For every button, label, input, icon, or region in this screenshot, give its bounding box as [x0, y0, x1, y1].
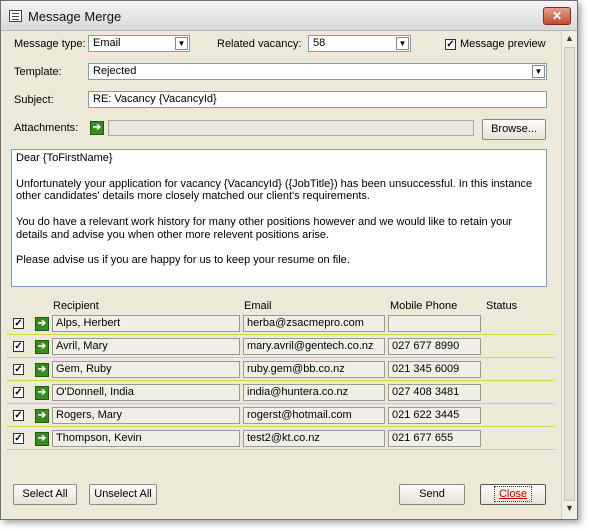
message-body-line [16, 242, 542, 255]
arrow-right-icon[interactable]: ➔ [35, 386, 49, 400]
message-body-line: details and advise you when other more r… [16, 228, 330, 241]
message-merge-window: Message Merge ✕ ▲ ▼ Message type: Email … [0, 0, 578, 520]
email-cell[interactable]: ruby.gem@bb.co.nz [243, 361, 385, 378]
arrow-right-icon[interactable]: ➔ [35, 363, 49, 377]
unselect-all-button[interactable]: Unselect All [89, 484, 157, 505]
mobile-phone-cell[interactable]: 027 408 3481 [388, 384, 481, 401]
browse-button[interactable]: Browse... [482, 119, 546, 140]
arrow-right-icon[interactable]: ➔ [35, 432, 49, 446]
message-preview-checkbox[interactable]: ✓ [445, 39, 456, 50]
close-icon[interactable]: ✕ [543, 7, 571, 25]
email-cell[interactable]: test2@kt.co.nz [243, 430, 385, 447]
arrow-right-icon[interactable]: ➔ [35, 409, 49, 423]
attachments-field[interactable] [108, 120, 474, 136]
row-select-checkbox[interactable]: ✓ [13, 387, 24, 398]
email-cell[interactable]: herba@zsacmepro.com [243, 315, 385, 332]
row-select-checkbox[interactable]: ✓ [13, 341, 24, 352]
table-row[interactable]: ✓ ➔ Gem, Ruby ruby.gem@bb.co.nz 021 345 6009 [7, 359, 555, 381]
scroll-thumb[interactable] [564, 47, 575, 501]
related-vacancy-value: 58 [313, 37, 326, 49]
chevron-down-icon[interactable]: ▼ [396, 37, 409, 50]
title-bar: Message Merge ✕ [1, 1, 577, 31]
close-button[interactable]: Close [480, 484, 546, 505]
related-vacancy-label: Related vacancy: [217, 38, 302, 50]
recipient-cell[interactable]: Thompson, Kevin [52, 430, 240, 447]
message-type-value: Email [93, 37, 121, 49]
column-header-mobile-phone: Mobile Phone [390, 300, 458, 312]
row-select-checkbox[interactable]: ✓ [13, 318, 24, 329]
message-body-line: other candidates' details more closely m… [16, 190, 370, 203]
recipient-cell[interactable]: Alps, Herbert [52, 315, 240, 332]
row-select-checkbox[interactable]: ✓ [13, 433, 24, 444]
recipient-cell[interactable]: O'Donnell, India [52, 384, 240, 401]
select-all-button[interactable]: Select All [13, 484, 77, 505]
column-header-email: Email [244, 300, 272, 312]
table-row[interactable]: ✓ ➔ Rogers, Mary rogerst@hotmail.com 021 622… [7, 405, 555, 427]
message-type-label: Message type: [14, 38, 86, 50]
table-row[interactable]: ✓ ➔ Avril, Mary mary.avril@gentech.co.nz 027… [7, 336, 555, 358]
arrow-right-icon[interactable]: ➔ [35, 317, 49, 331]
template-label: Template: [14, 66, 62, 78]
message-body-textarea[interactable]: Dear {ToFirstName} Unfortunately your app… [11, 149, 547, 287]
mobile-phone-cell[interactable]: 021 345 6009 [388, 361, 481, 378]
table-row[interactable]: ✓ ➔ Alps, Herbert herba@zsacmepro.com [7, 313, 555, 335]
table-row[interactable]: ✓ ➔ Thompson, Kevin test2@kt.co.nz 021 677 6… [7, 428, 555, 450]
chevron-down-icon[interactable]: ▼ [532, 65, 545, 78]
scroll-up-icon[interactable]: ▲ [564, 33, 575, 43]
column-header-recipient: Recipient [53, 300, 99, 312]
vertical-scrollbar[interactable]: ▲ ▼ [561, 31, 577, 519]
recipient-cell[interactable]: Gem, Ruby [52, 361, 240, 378]
subject-label: Subject: [14, 94, 54, 106]
recipient-cell[interactable]: Rogers, Mary [52, 407, 240, 424]
message-preview-label: Message preview [460, 38, 546, 50]
window-title: Message Merge [28, 9, 122, 24]
message-body-line [16, 203, 542, 216]
arrow-right-icon[interactable]: ➔ [35, 340, 49, 354]
message-body-line: Dear {ToFirstName} [16, 152, 113, 164]
mobile-phone-cell[interactable]: 027 677 8990 [388, 338, 481, 355]
row-select-checkbox[interactable]: ✓ [13, 364, 24, 375]
send-button[interactable]: Send [399, 484, 465, 505]
message-body-line: You do have a relevant work history for … [16, 215, 513, 228]
attachments-label: Attachments: [14, 122, 79, 134]
email-cell[interactable]: rogerst@hotmail.com [243, 407, 385, 424]
row-select-checkbox[interactable]: ✓ [13, 410, 24, 421]
message-body-line: Please advise us if you are happy for us… [16, 254, 350, 267]
scroll-down-icon[interactable]: ▼ [564, 503, 575, 513]
mobile-phone-cell[interactable] [388, 315, 481, 332]
arrow-right-icon[interactable]: ➔ [90, 121, 104, 135]
dialog-content: Message type: Email ▼ Related vacancy: 5… [1, 31, 561, 519]
mobile-phone-cell[interactable]: 021 677 655 [388, 430, 481, 447]
message-body-line: Unfortunately your application for vacan… [16, 177, 533, 190]
table-row[interactable]: ✓ ➔ O'Donnell, India india@huntera.co.nz 027… [7, 382, 555, 404]
message-body-line [16, 165, 542, 178]
related-vacancy-select[interactable]: 58 ▼ [308, 35, 411, 52]
email-cell[interactable]: mary.avril@gentech.co.nz [243, 338, 385, 355]
template-select[interactable]: Rejected ▼ [88, 63, 547, 80]
template-value: Rejected [93, 65, 137, 77]
recipient-cell[interactable]: Avril, Mary [52, 338, 240, 355]
column-header-status: Status [486, 300, 518, 312]
chevron-down-icon[interactable]: ▼ [175, 37, 188, 50]
mobile-phone-cell[interactable]: 021 622 3445 [388, 407, 481, 424]
close-button-label: Close [493, 486, 533, 502]
form-icon [9, 10, 22, 22]
message-type-select[interactable]: Email ▼ [88, 35, 190, 52]
subject-input[interactable]: RE: Vacancy {VacancyId} [88, 91, 547, 108]
email-cell[interactable]: india@huntera.co.nz [243, 384, 385, 401]
